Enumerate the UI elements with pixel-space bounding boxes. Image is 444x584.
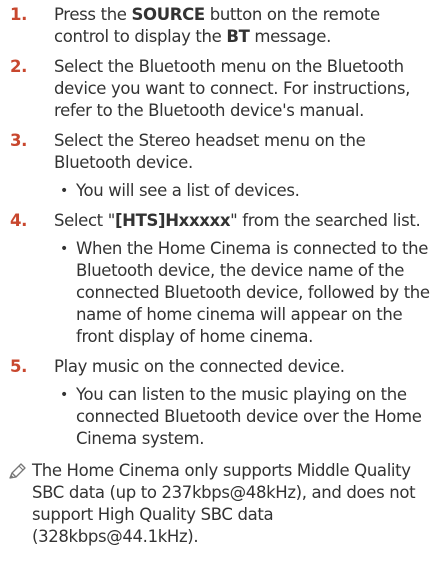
instructions-page: 1. Press the SOURCE button on the remote… bbox=[0, 0, 444, 584]
bullet-icon: • bbox=[60, 387, 68, 403]
step-number: 5. bbox=[10, 357, 28, 376]
step-number: 4. bbox=[10, 211, 28, 230]
step-number: 2. bbox=[10, 57, 28, 76]
step-text-part: message. bbox=[249, 27, 331, 46]
step-number: 1. bbox=[10, 5, 28, 24]
step-5: 5. Play music on the connected device. •… bbox=[8, 356, 434, 450]
step-body: Select the Stereo headset menu on the Bl… bbox=[54, 130, 434, 202]
sub-bullet-text: You will see a list of devices. bbox=[76, 181, 300, 200]
step-1: 1. Press the SOURCE button on the remote… bbox=[8, 4, 434, 48]
sub-bullet-item: • When the Home Cinema is connected to t… bbox=[54, 238, 434, 348]
step-text: Play music on the connected device. bbox=[54, 357, 345, 376]
step-3: 3. Select the Stereo headset menu on the… bbox=[8, 130, 434, 202]
device-name-keyword: [HTS]Hxxxxx bbox=[114, 211, 231, 230]
bt-keyword: BT bbox=[226, 27, 250, 46]
step-text: Select "[HTS]Hxxxxx" from the searched l… bbox=[54, 210, 434, 232]
step-text: Select the Bluetooth menu on the Bluetoo… bbox=[54, 57, 410, 120]
step-body: Select "[HTS]Hxxxxx" from the searched l… bbox=[54, 210, 434, 348]
sub-bullet-item: • You will see a list of devices. bbox=[54, 180, 434, 202]
bullet-icon: • bbox=[60, 241, 68, 257]
sub-bullet-text: You can listen to the music playing on t… bbox=[76, 385, 422, 448]
step-4: 4. Select "[HTS]Hxxxxx" from the searche… bbox=[8, 210, 434, 348]
sub-bullet-text: When the Home Cinema is connected to the… bbox=[76, 239, 430, 346]
step-text: Press the SOURCE button on the remote co… bbox=[54, 4, 434, 48]
step-text: Select the Stereo headset menu on the Bl… bbox=[54, 131, 366, 172]
sub-bullet-item: • You can listen to the music playing on… bbox=[54, 384, 434, 450]
step-2: 2. Select the Bluetooth menu on the Blue… bbox=[8, 56, 434, 122]
step-text-part: Press the bbox=[54, 5, 132, 24]
bullet-icon: • bbox=[60, 183, 68, 199]
note: The Home Cinema only supports Middle Qua… bbox=[8, 460, 434, 548]
source-keyword: SOURCE bbox=[131, 5, 206, 24]
step-body: Play music on the connected device. • Yo… bbox=[54, 356, 434, 450]
note-pencil-icon bbox=[8, 460, 32, 486]
step-number: 3. bbox=[10, 131, 28, 150]
step-text-part: " from the searched list. bbox=[230, 211, 421, 230]
step-text-part: Select " bbox=[54, 211, 115, 230]
note-text: The Home Cinema only supports Middle Qua… bbox=[32, 461, 416, 546]
